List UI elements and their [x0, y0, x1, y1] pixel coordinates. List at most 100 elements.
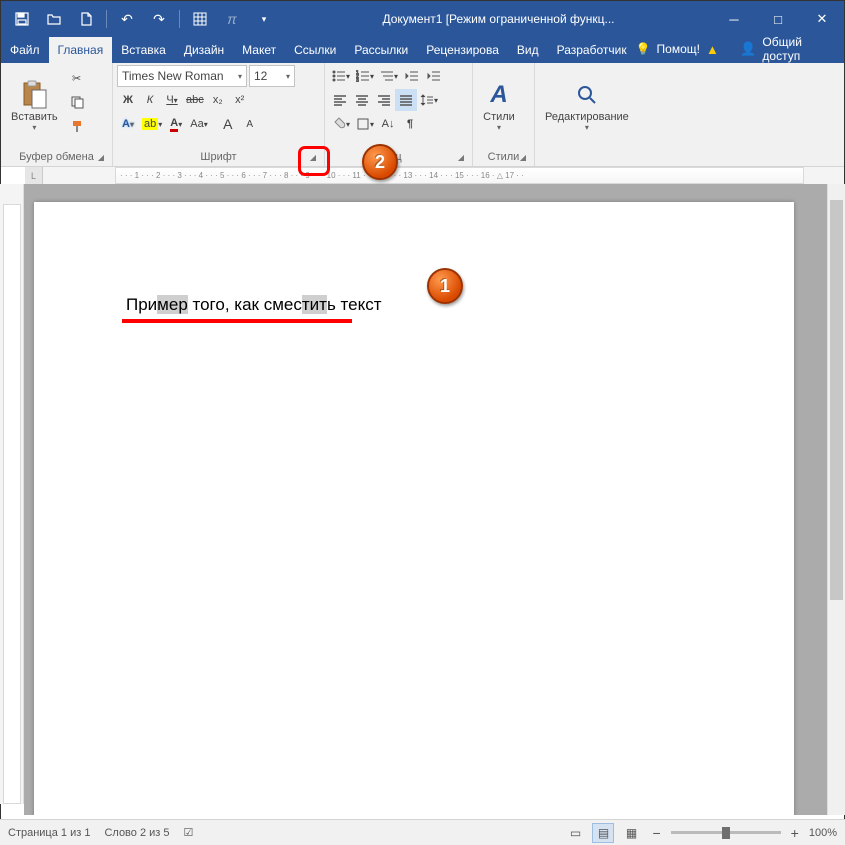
- paste-label: Вставить: [11, 111, 58, 123]
- window-title: Документ1 [Режим ограниченной функц...: [285, 12, 712, 26]
- styles-button[interactable]: A Стили ▾: [477, 65, 521, 145]
- multilevel-button[interactable]: ▾: [377, 65, 401, 87]
- spellcheck-icon[interactable]: ☑: [184, 826, 194, 839]
- align-left-button[interactable]: [329, 89, 351, 111]
- tab-references[interactable]: Ссылки: [285, 37, 345, 63]
- tab-review[interactable]: Рецензирова: [417, 37, 508, 63]
- tab-home[interactable]: Главная: [49, 37, 113, 63]
- bold-button[interactable]: Ж: [117, 89, 139, 111]
- save-button[interactable]: [7, 4, 37, 34]
- equation-button[interactable]: π: [217, 4, 247, 34]
- sort-button[interactable]: A↓: [377, 113, 399, 135]
- highlight-button[interactable]: ab ▾: [139, 113, 165, 135]
- font-name-combo[interactable]: Times New Roman▾: [117, 65, 247, 87]
- styles-launcher[interactable]: ◢: [516, 150, 530, 164]
- page[interactable]: Пример того, как сместить текст: [34, 202, 794, 815]
- underline-button[interactable]: Ч ▾: [161, 89, 183, 111]
- clipboard-launcher[interactable]: ◢: [94, 150, 108, 164]
- group-clipboard: Вставить ▾ ✂ Буфер обмена◢: [1, 63, 113, 166]
- group-styles: A Стили ▾ Стили◢: [473, 63, 535, 166]
- redo-button[interactable]: ↷: [144, 4, 174, 34]
- font-color-button[interactable]: A ▾: [165, 113, 187, 135]
- undo-button[interactable]: ↶: [112, 4, 142, 34]
- grow-font-button[interactable]: A: [217, 113, 239, 135]
- new-button[interactable]: [71, 4, 101, 34]
- person-icon: 👤: [740, 41, 756, 57]
- title-bar: ↶ ↷ π ▾ Документ1 [Режим ограниченной фу…: [1, 1, 844, 37]
- zoom-out-button[interactable]: −: [648, 825, 664, 841]
- align-center-button[interactable]: [351, 89, 373, 111]
- help-tell-me[interactable]: Помощ!: [657, 42, 700, 56]
- minimize-button[interactable]: ─: [712, 1, 756, 37]
- zoom-level[interactable]: 100%: [809, 827, 837, 839]
- align-right-button[interactable]: [373, 89, 395, 111]
- status-bar: Страница 1 из 1 Слово 2 из 5 ☑ ▭ ▤ ▦ − +…: [0, 819, 845, 845]
- read-mode-button[interactable]: ▭: [564, 823, 586, 843]
- warning-icon: ▲: [706, 42, 719, 57]
- quick-access-toolbar: ↶ ↷ π ▾: [1, 4, 285, 34]
- paste-button[interactable]: Вставить ▾: [5, 65, 64, 145]
- callout-1: 1: [427, 268, 463, 304]
- justify-button[interactable]: [395, 89, 417, 111]
- line-spacing-button[interactable]: ▾: [417, 89, 441, 111]
- superscript-button[interactable]: x²: [229, 89, 251, 111]
- document-area: Пример того, как сместить текст: [24, 184, 827, 815]
- tab-view[interactable]: Вид: [508, 37, 548, 63]
- zoom-slider[interactable]: [671, 831, 781, 834]
- web-layout-button[interactable]: ▦: [620, 823, 642, 843]
- subscript-button[interactable]: x₂: [207, 89, 229, 111]
- document-text[interactable]: Пример того, как сместить текст: [126, 295, 381, 315]
- lightbulb-icon: 💡: [636, 42, 651, 56]
- vertical-scrollbar[interactable]: [827, 184, 845, 815]
- cut-button[interactable]: ✂: [66, 67, 88, 89]
- open-button[interactable]: [39, 4, 69, 34]
- shading-button[interactable]: ▾: [329, 113, 353, 135]
- format-painter-button[interactable]: [66, 115, 88, 137]
- annotation-font-launcher-highlight: [298, 146, 330, 176]
- clipboard-group-label: Буфер обмена: [19, 151, 94, 163]
- font-group-label: Шрифт: [200, 151, 236, 163]
- close-button[interactable]: ✕: [800, 1, 844, 37]
- tab-design[interactable]: Дизайн: [175, 37, 233, 63]
- window-controls: ─ □ ✕: [712, 1, 844, 37]
- file-menu[interactable]: Файл: [1, 37, 49, 63]
- print-layout-button[interactable]: ▤: [592, 823, 614, 843]
- borders-button[interactable]: ▾: [353, 113, 377, 135]
- change-case-button[interactable]: Aa▾: [187, 113, 210, 135]
- page-status[interactable]: Страница 1 из 1: [8, 827, 90, 839]
- ribbon: Вставить ▾ ✂ Буфер обмена◢ Times New Rom…: [1, 63, 844, 167]
- callout-2: 2: [362, 144, 398, 180]
- tab-developer[interactable]: Разработчик: [548, 37, 636, 63]
- styles-group-label: Стили: [488, 151, 520, 163]
- inc-indent-button[interactable]: [423, 65, 445, 87]
- dec-indent-button[interactable]: [401, 65, 423, 87]
- styles-label: Стили: [483, 111, 515, 123]
- annotation-underline: [122, 319, 352, 323]
- numbering-button[interactable]: 123▾: [353, 65, 377, 87]
- qat-customize-button[interactable]: ▾: [249, 4, 279, 34]
- tab-layout[interactable]: Макет: [233, 37, 285, 63]
- horizontal-ruler[interactable]: L · 1 · · · · 1 · · · 2 · · · 3 · · · 4 …: [25, 167, 844, 185]
- vertical-ruler[interactable]: [0, 184, 24, 804]
- copy-button[interactable]: [66, 91, 88, 113]
- editing-button[interactable]: Редактирование ▾: [539, 65, 635, 145]
- zoom-in-button[interactable]: +: [787, 825, 803, 841]
- strikethrough-button[interactable]: abc: [183, 89, 207, 111]
- paragraph-launcher[interactable]: ◢: [454, 150, 468, 164]
- tab-insert[interactable]: Вставка: [112, 37, 175, 63]
- maximize-button[interactable]: □: [756, 1, 800, 37]
- group-paragraph: ▾ 123▾ ▾ ▾ ▾ ▾ A↓ ¶ ц◢: [325, 63, 473, 166]
- ribbon-tabs: Файл Главная Вставка Дизайн Макет Ссылки…: [1, 37, 844, 63]
- italic-button[interactable]: К: [139, 89, 161, 111]
- tab-mailings[interactable]: Рассылки: [345, 37, 417, 63]
- show-marks-button[interactable]: ¶: [399, 113, 421, 135]
- chevron-down-icon: ▾: [32, 123, 36, 132]
- group-editing: Редактирование ▾: [535, 63, 655, 166]
- text-effects-button[interactable]: A ▾: [117, 113, 139, 135]
- table-button[interactable]: [185, 4, 215, 34]
- word-count[interactable]: Слово 2 из 5: [104, 827, 169, 839]
- bullets-button[interactable]: ▾: [329, 65, 353, 87]
- shrink-font-button[interactable]: A: [239, 113, 261, 135]
- share-button[interactable]: Общий доступ: [762, 35, 838, 63]
- font-size-combo[interactable]: 12▾: [249, 65, 295, 87]
